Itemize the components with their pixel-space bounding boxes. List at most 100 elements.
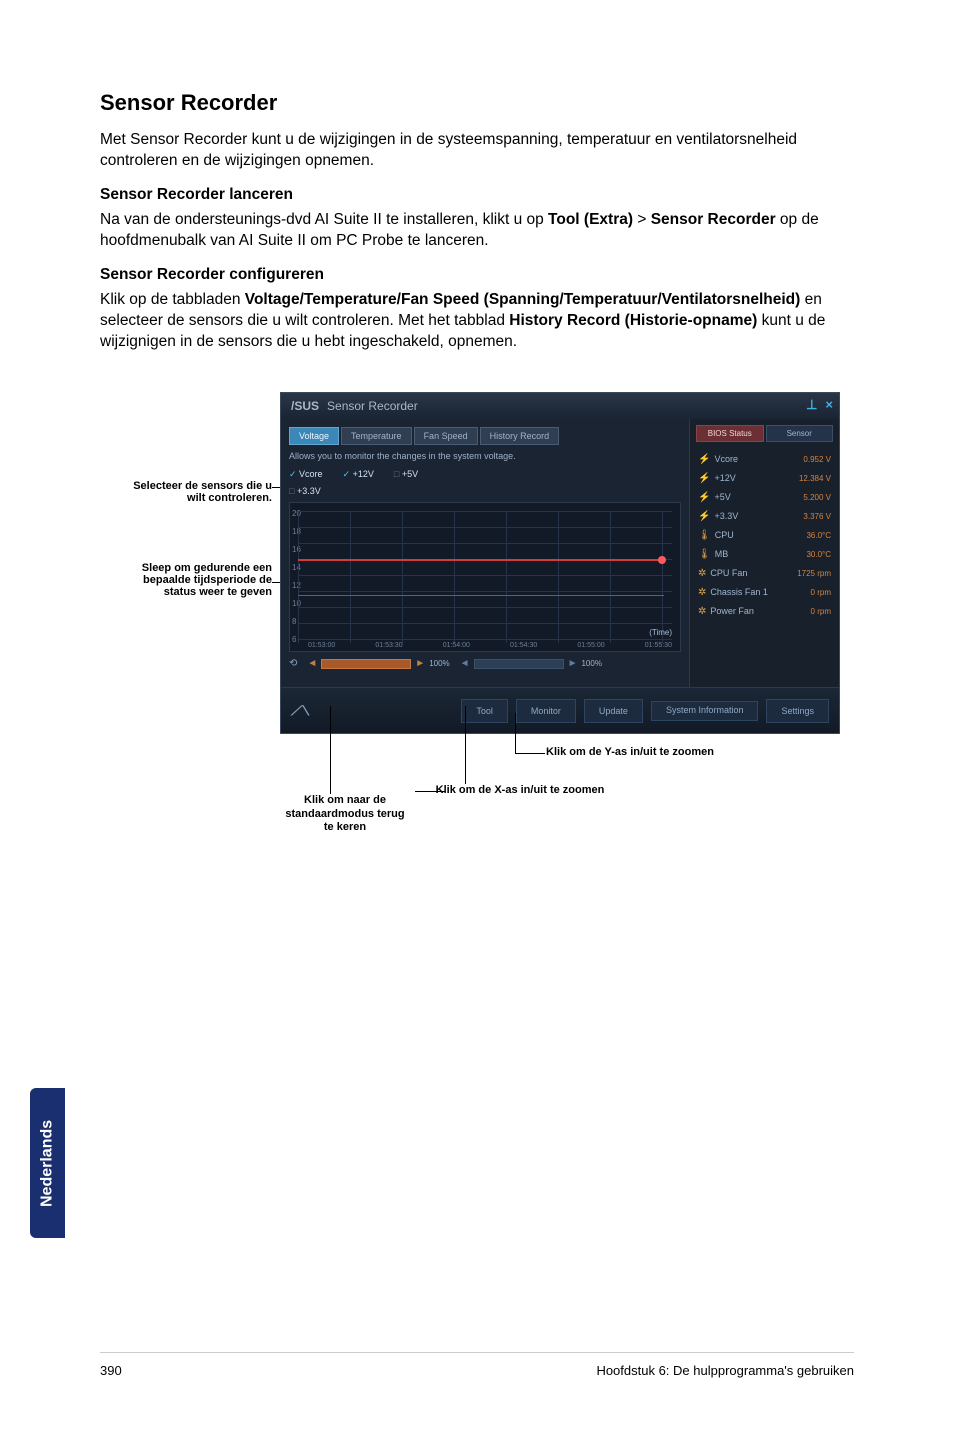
config-paragraph: Klik op de tabbladen Voltage/Temperature… — [100, 290, 854, 353]
text: Klik op de tabbladen — [100, 291, 245, 308]
tab-fan-speed[interactable]: Fan Speed — [414, 427, 478, 445]
section-title: Sensor Recorder — [100, 90, 854, 116]
fan-icon: ✲ — [698, 568, 706, 579]
chapter-title: Hoofdstuk 6: De hulpprogramma's gebruike… — [596, 1363, 854, 1378]
text: Na van de ondersteunings-dvd AI Suite II… — [100, 211, 548, 228]
zoom-in-icon[interactable]: ► — [568, 658, 578, 669]
tab-description: Allows you to monitor the changes in the… — [289, 451, 681, 461]
bolt-icon: ⚡ — [698, 492, 710, 503]
status-value: 36.0°C — [806, 531, 831, 540]
menu-update[interactable]: Update — [584, 699, 643, 723]
intro-paragraph: Met Sensor Recorder kunt u de wijziginge… — [100, 130, 854, 172]
asus-logo-icon: ⟋⟍ — [291, 703, 309, 719]
sensor-checkbox-3v3[interactable]: +3.3V — [289, 486, 321, 496]
text-bold: Tool (Extra) — [548, 211, 633, 228]
menu-monitor[interactable]: Monitor — [516, 699, 576, 723]
status-row: ✲ Power Fan 0 rpm — [696, 602, 833, 621]
status-name: Vcore — [714, 454, 738, 464]
status-value: 0 rpm — [811, 588, 831, 597]
window-title: Sensor Recorder — [327, 399, 418, 413]
zoom-y-value: 100% — [581, 659, 601, 668]
sensor-checkbox-vcore[interactable]: Vcore — [289, 469, 323, 480]
fan-icon: ✲ — [698, 606, 706, 617]
status-name: CPU — [715, 530, 734, 540]
bolt-icon: ⚡ — [698, 511, 710, 522]
x-tick: 01:53:30 — [375, 642, 402, 649]
zoom-x-slider[interactable]: ◄ ► 100% — [307, 658, 449, 669]
zoom-out-icon[interactable]: ◄ — [460, 658, 470, 669]
callout-y-zoom: Klik om de Y-as in/uit te zoomen — [546, 746, 714, 758]
status-name: +12V — [714, 473, 735, 483]
zoom-in-icon[interactable]: ► — [415, 658, 425, 669]
status-value: 1725 rpm — [797, 569, 831, 578]
status-value: 5.200 V — [803, 493, 831, 502]
x-tick: 01:54:30 — [510, 642, 537, 649]
menu-system-info[interactable]: System Information — [651, 701, 759, 721]
status-name: Chassis Fan 1 — [710, 587, 768, 597]
text-bold: Sensor Recorder — [651, 211, 776, 228]
fan-icon: ✲ — [698, 587, 706, 598]
callout-default-mode: Klik om naar de standaardmodus terug te … — [285, 794, 404, 832]
sensor-checkbox-12v[interactable]: +12V — [343, 469, 374, 480]
x-tick: 01:55:30 — [645, 642, 672, 649]
status-value: 30.0°C — [806, 550, 831, 559]
callout-select-sensors: Selecteer de sensors die u wilt controle… — [133, 480, 272, 504]
status-name: +3.3V — [714, 511, 738, 521]
tab-bios-status[interactable]: BIOS Status — [696, 425, 764, 442]
thermometer-icon: 🌡 — [698, 549, 711, 560]
text-bold: Voltage/Temperature/Fan Speed (Spanning/… — [245, 291, 801, 308]
text-bold: History Record (Historie-opname) — [509, 312, 757, 329]
status-row: 🌡 MB 30.0°C — [696, 545, 833, 564]
x-tick: 01:53:00 — [308, 642, 335, 649]
thermometer-icon: 🌡 — [698, 530, 711, 541]
sensor-checkbox-5v[interactable]: +5V — [394, 469, 418, 480]
status-name: MB — [715, 549, 729, 559]
tab-voltage[interactable]: Voltage — [289, 427, 339, 445]
menu-tool[interactable]: Tool — [461, 699, 508, 723]
x-tick: 01:55:00 — [577, 642, 604, 649]
axis-label-time: (Time) — [649, 628, 672, 637]
status-row: 🌡 CPU 36.0°C — [696, 526, 833, 545]
asus-brand: /SUS — [291, 399, 319, 413]
chart-series-vcore — [298, 595, 664, 596]
launch-paragraph: Na van de ondersteunings-dvd AI Suite II… — [100, 210, 854, 252]
bolt-icon: ⚡ — [698, 454, 710, 465]
zoom-out-icon[interactable]: ◄ — [307, 658, 317, 669]
status-panel: BIOS Status Sensor ⚡ Vcore 0.952 V ⚡ +12V 12… — [689, 419, 839, 687]
status-value: 0.952 V — [803, 455, 831, 464]
status-row: ✲ CPU Fan 1725 rpm — [696, 564, 833, 583]
bolt-icon: ⚡ — [698, 473, 710, 484]
status-name: CPU Fan — [710, 568, 747, 578]
status-value: 3.376 V — [803, 512, 831, 521]
sensor-chart[interactable]: 20 18 16 14 12 10 8 6 (Time) — [289, 502, 681, 652]
menu-settings[interactable]: Settings — [766, 699, 829, 723]
close-icon[interactable]: × — [825, 397, 833, 413]
chart-series-12v — [298, 559, 664, 561]
tab-temperature[interactable]: Temperature — [341, 427, 412, 445]
status-row: ✲ Chassis Fan 1 0 rpm — [696, 583, 833, 602]
status-name: Power Fan — [710, 606, 754, 616]
status-row: ⚡ Vcore 0.952 V — [696, 450, 833, 469]
minimize-icon[interactable]: ⊥ — [806, 397, 817, 413]
zoom-y-slider[interactable]: ◄ ► 100% — [460, 658, 602, 669]
tab-history-record[interactable]: History Record — [480, 427, 560, 445]
language-tab: Nederlands — [30, 1088, 65, 1238]
sensor-recorder-window: /SUS Sensor Recorder ⊥ × Voltage Tempera… — [280, 392, 840, 734]
subhead-launch: Sensor Recorder lanceren — [100, 186, 854, 204]
status-row: ⚡ +12V 12.384 V — [696, 469, 833, 488]
subhead-config: Sensor Recorder configureren — [100, 266, 854, 284]
tab-sensor[interactable]: Sensor — [766, 425, 834, 442]
callout-x-zoom: Klik om de X-as in/uit te zoomen — [436, 784, 605, 796]
status-row: ⚡ +3.3V 3.376 V — [696, 507, 833, 526]
zoom-x-value: 100% — [429, 659, 449, 668]
status-name: +5V — [714, 492, 730, 502]
page-number: 390 — [100, 1363, 122, 1378]
window-titlebar: /SUS Sensor Recorder ⊥ × — [281, 393, 839, 419]
status-value: 0 rpm — [811, 607, 831, 616]
text: > — [633, 211, 651, 228]
zoom-reset-icon[interactable]: ⟲ — [289, 658, 297, 669]
status-value: 12.384 V — [799, 474, 831, 483]
callout-drag-period: Sleep om gedurende een bepaalde tijdsper… — [142, 562, 272, 598]
x-tick: 01:54:00 — [443, 642, 470, 649]
main-menu-bar: ⟋⟍ Tool Monitor Update System Informatio… — [281, 687, 839, 733]
